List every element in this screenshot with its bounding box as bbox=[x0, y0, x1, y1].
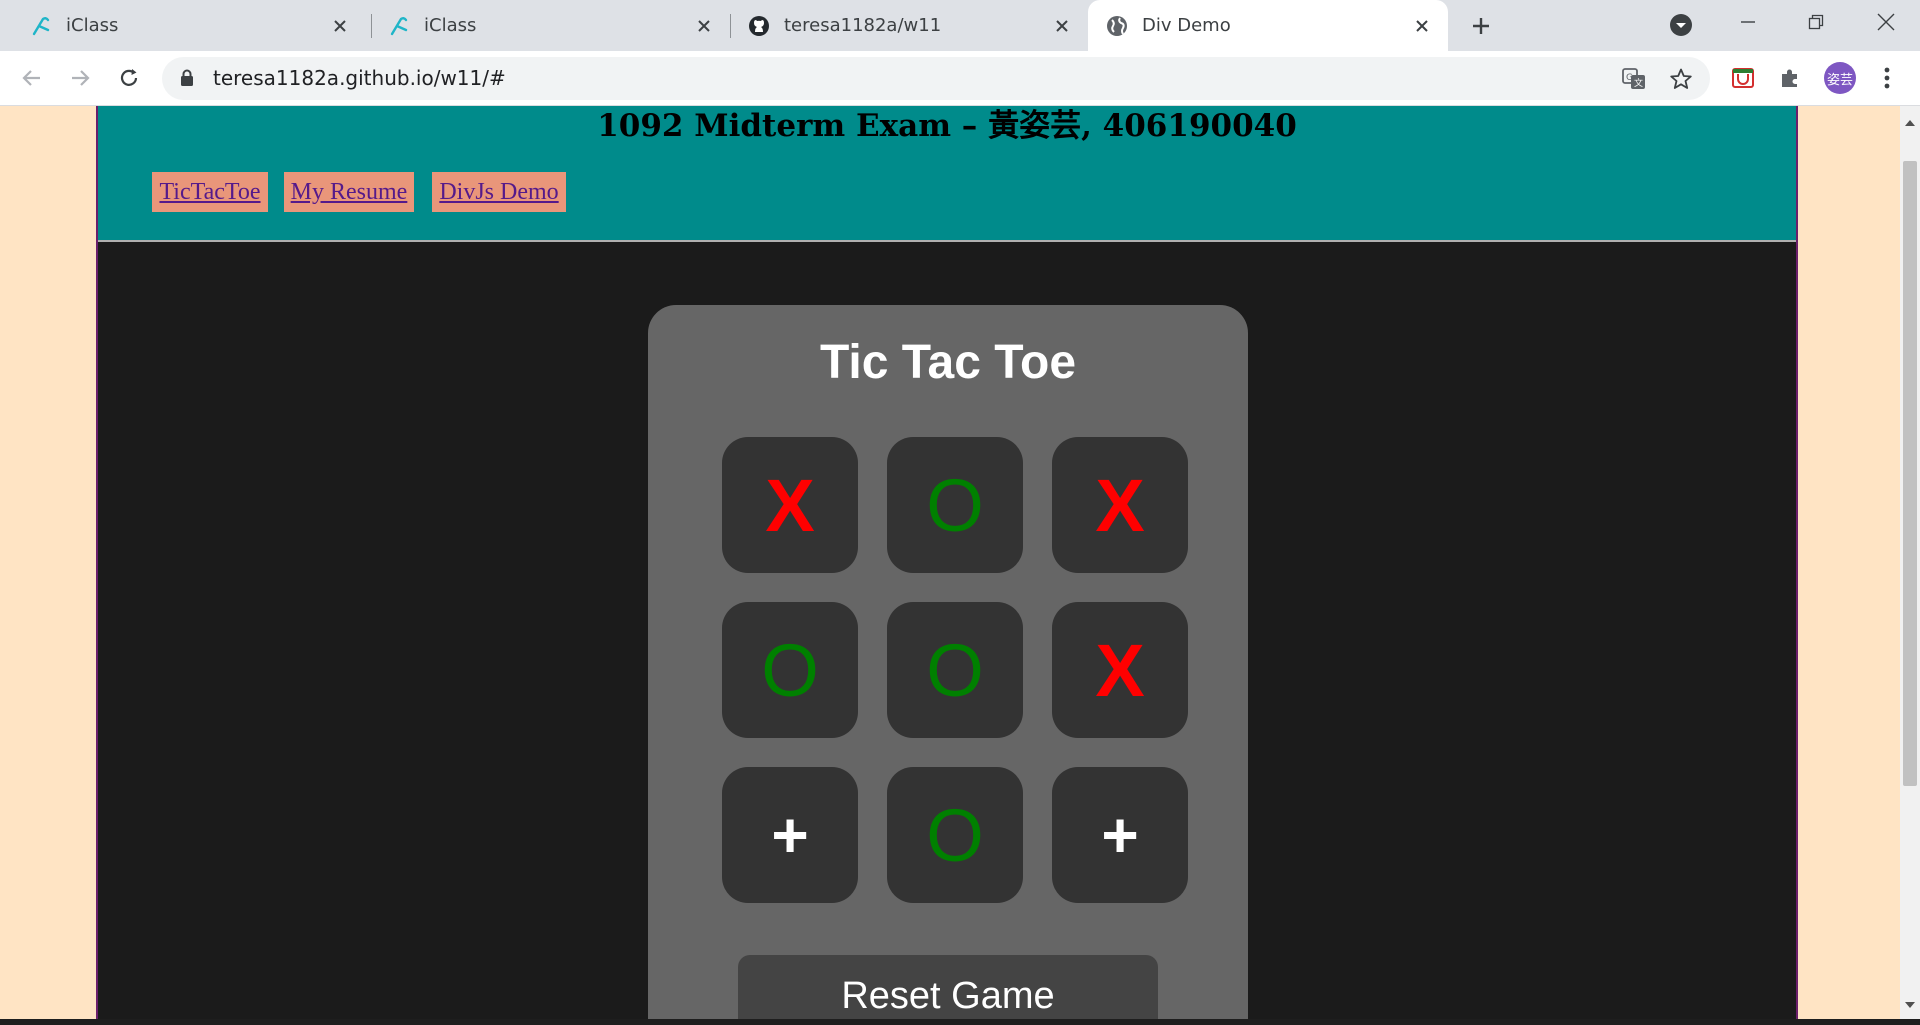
window-bottom-edge bbox=[0, 1019, 1920, 1025]
github-icon bbox=[748, 15, 770, 37]
menu-icon[interactable] bbox=[1872, 63, 1902, 93]
iclass-icon bbox=[30, 15, 52, 37]
nav-link-divjs-demo[interactable]: DivJs Demo bbox=[432, 172, 566, 212]
lock-icon[interactable] bbox=[180, 69, 194, 91]
board-cell-8[interactable]: O bbox=[887, 767, 1023, 903]
back-button[interactable] bbox=[15, 61, 49, 95]
board-cell-3[interactable]: X bbox=[1052, 437, 1188, 573]
url-text: teresa1182a.github.io/w11/# bbox=[213, 66, 506, 90]
board-cell-4[interactable]: O bbox=[722, 602, 858, 738]
tic-tac-toe-card: Tic Tac Toe X O X O O X + O + Reset Game bbox=[648, 305, 1248, 1019]
board-cell-1[interactable]: X bbox=[722, 437, 858, 573]
forward-button[interactable] bbox=[63, 61, 97, 95]
tab-iclass-1[interactable]: iClass bbox=[0, 0, 366, 51]
board-cell-6[interactable]: X bbox=[1052, 602, 1188, 738]
minimize-icon[interactable] bbox=[1714, 0, 1782, 44]
tab-title: teresa1182a/w11 bbox=[784, 15, 942, 36]
scrollbar-thumb[interactable] bbox=[1903, 161, 1917, 786]
svg-text:文: 文 bbox=[1634, 77, 1643, 89]
tab-div-demo[interactable]: Div Demo bbox=[1088, 0, 1448, 51]
close-icon[interactable] bbox=[692, 14, 716, 38]
tab-search-icon[interactable] bbox=[1668, 12, 1694, 38]
board-cell-5[interactable]: O bbox=[887, 602, 1023, 738]
close-icon[interactable] bbox=[1410, 14, 1434, 38]
page-container: 1092 Midterm Exam – 黃姿芸, 406190040 TicTa… bbox=[96, 106, 1798, 1019]
board-cell-9[interactable]: + bbox=[1052, 767, 1188, 903]
iclass-icon bbox=[388, 15, 410, 37]
browser-toolbar: teresa1182a.github.io/w11/# G文 姿芸 bbox=[0, 51, 1920, 106]
extensions-puzzle-icon[interactable] bbox=[1775, 63, 1805, 93]
close-icon[interactable] bbox=[328, 14, 352, 38]
extension-icon[interactable] bbox=[1728, 63, 1758, 93]
reset-game-button[interactable]: Reset Game bbox=[738, 955, 1158, 1019]
nav-link-tictactoe[interactable]: TicTacToe bbox=[152, 172, 268, 212]
scroll-down-icon[interactable] bbox=[1905, 994, 1915, 1013]
profile-avatar[interactable]: 姿芸 bbox=[1824, 62, 1856, 94]
page-title: 1092 Midterm Exam – 黃姿芸, 406190040 bbox=[597, 108, 1297, 144]
tab-strip: iClass iClass teresa1182a/w11 Div Demo bbox=[0, 0, 1920, 51]
tab-title: Div Demo bbox=[1142, 15, 1231, 36]
tab-github[interactable]: teresa1182a/w11 bbox=[718, 0, 1088, 51]
reload-button[interactable] bbox=[112, 61, 146, 95]
translate-icon[interactable]: G文 bbox=[1620, 65, 1648, 93]
scroll-up-icon[interactable] bbox=[1905, 112, 1915, 131]
new-tab-button[interactable] bbox=[1466, 11, 1496, 41]
tab-title: iClass bbox=[424, 15, 477, 36]
board-cell-2[interactable]: O bbox=[887, 437, 1023, 573]
nav-link-my-resume[interactable]: My Resume bbox=[284, 172, 414, 212]
globe-icon bbox=[1106, 15, 1128, 37]
restore-icon[interactable] bbox=[1782, 0, 1850, 44]
window-close-icon[interactable] bbox=[1852, 0, 1920, 44]
close-icon[interactable] bbox=[1050, 14, 1074, 38]
svg-text:G: G bbox=[1626, 73, 1633, 83]
page-scrollbar[interactable] bbox=[1900, 106, 1920, 1019]
bookmark-star-icon[interactable] bbox=[1667, 65, 1695, 93]
page-header: 1092 Midterm Exam – 黃姿芸, 406190040 TicTa… bbox=[98, 106, 1796, 242]
address-bar[interactable]: teresa1182a.github.io/w11/# G文 bbox=[162, 57, 1710, 100]
tab-iclass-2[interactable]: iClass bbox=[358, 0, 730, 51]
page-viewport: 1092 Midterm Exam – 黃姿芸, 406190040 TicTa… bbox=[0, 106, 1900, 1019]
board-cell-7[interactable]: + bbox=[722, 767, 858, 903]
game-title: Tic Tac Toe bbox=[819, 336, 1077, 389]
tab-title: iClass bbox=[66, 15, 119, 36]
